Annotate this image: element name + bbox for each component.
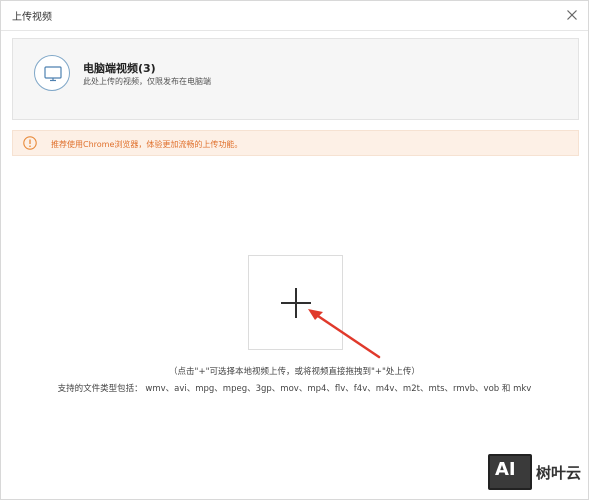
upload-video-dialog: 上传视频 电脑端视频(3) 此处上传的视频，仅限发布在电脑端 推荐使用Chrom… — [0, 0, 589, 500]
watermark-text: 树叶云 — [536, 464, 582, 482]
upload-hint: （点击"+"可选择本地视频上传，或将视频直接拖拽到"+"处上传） — [169, 367, 420, 377]
plus-icon — [281, 288, 311, 318]
close-button[interactable] — [564, 7, 580, 23]
dialog-titlebar: 上传视频 — [1, 1, 588, 31]
upload-drop-zone[interactable] — [248, 255, 343, 350]
monitor-icon-circle — [34, 55, 70, 91]
desktop-video-option[interactable]: 电脑端视频(3) 此处上传的视频，仅限发布在电脑端 — [12, 38, 579, 120]
watermark-badge: AI — [488, 454, 532, 490]
option-title: 电脑端视频(3) — [83, 62, 156, 75]
close-icon — [567, 10, 577, 20]
watermark-badge-text: AI — [495, 459, 516, 480]
monitor-icon — [44, 66, 62, 82]
dialog-title: 上传视频 — [12, 12, 52, 23]
supported-formats: 支持的文件类型包括： wmv、avi、mpg、mpeg、3gp、mov、mp4、… — [57, 384, 532, 394]
notice-text: 推荐使用Chrome浏览器，体验更加流畅的上传功能。 — [51, 140, 243, 149]
watermark-logo: AI 树叶云 — [488, 454, 588, 492]
warning-icon — [23, 136, 37, 150]
option-description: 此处上传的视频，仅限发布在电脑端 — [83, 77, 211, 86]
browser-notice: 推荐使用Chrome浏览器，体验更加流畅的上传功能。 — [12, 130, 579, 156]
